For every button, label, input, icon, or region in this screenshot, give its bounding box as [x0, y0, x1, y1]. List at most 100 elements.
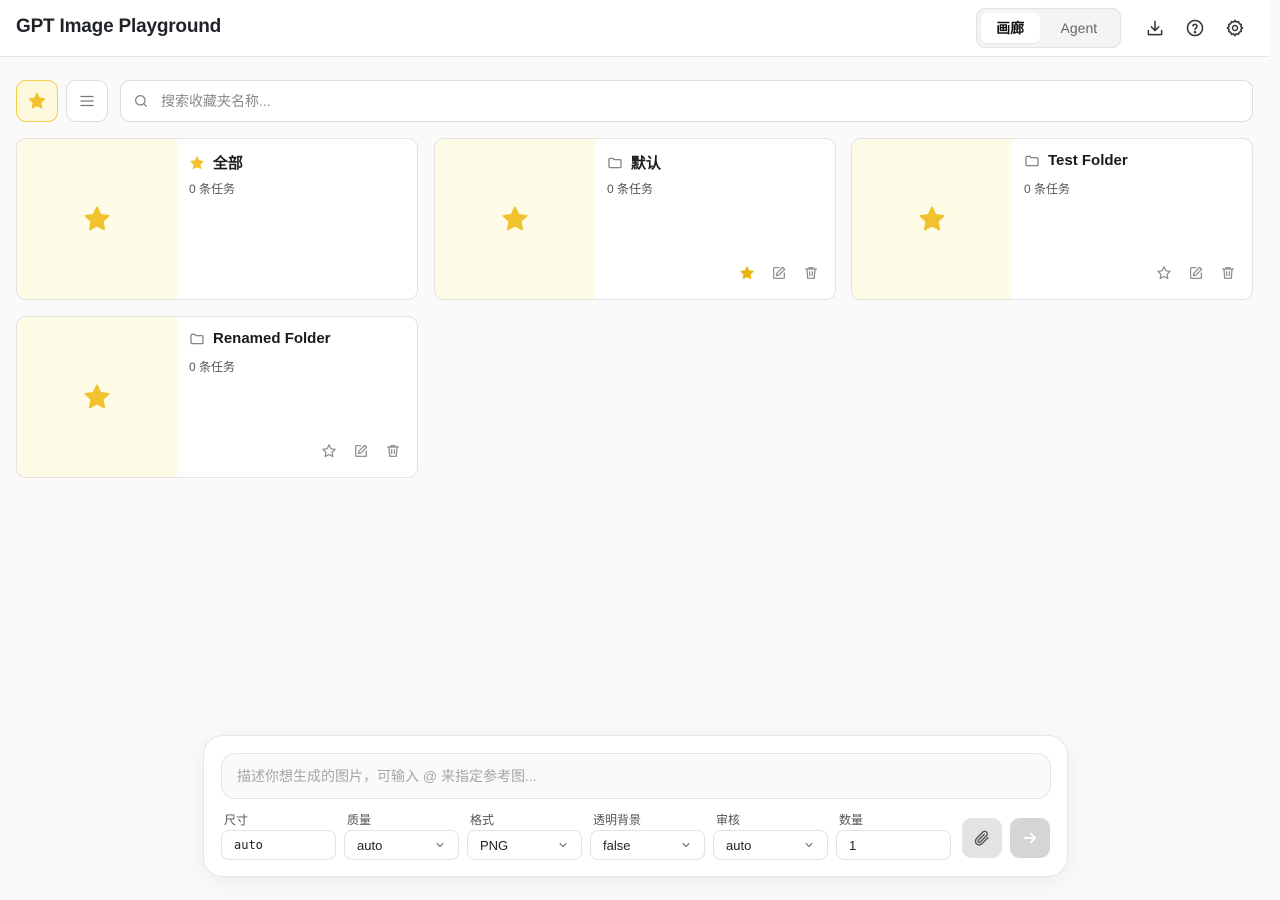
view-switch: 画廊 Agent	[976, 8, 1121, 48]
param-label: 数量	[839, 813, 864, 827]
param-value: auto	[726, 837, 752, 853]
help-icon	[1186, 19, 1204, 37]
search-icon	[135, 95, 147, 107]
arrow-right-icon	[1023, 832, 1037, 844]
settings-button[interactable]	[1221, 14, 1249, 42]
param-value: auto	[357, 837, 383, 853]
delete-button[interactable]	[803, 265, 819, 281]
param-quality: 质量 auto	[344, 812, 459, 860]
edit-icon	[1190, 266, 1203, 279]
param-transparent-bg: 透明背景 false	[590, 812, 705, 860]
size-input[interactable]: auto	[221, 830, 336, 860]
folder-task-count: 0 条任务	[189, 360, 236, 374]
folder-card-renamed-folder[interactable]: Renamed Folder 0 条任务	[16, 316, 418, 478]
delete-button[interactable]	[385, 443, 401, 459]
download-button[interactable]	[1141, 14, 1169, 42]
quality-select[interactable]: auto	[344, 830, 459, 860]
favorite-button[interactable]	[321, 443, 337, 459]
chevron-down-icon	[805, 842, 813, 848]
folder-icon	[1025, 155, 1039, 166]
chevron-down-icon	[436, 842, 444, 848]
param-value: false	[603, 837, 631, 853]
folder-name: Renamed Folder	[213, 330, 331, 347]
param-format: 格式 PNG	[467, 812, 582, 860]
param-label: 尺寸	[224, 813, 249, 827]
moderation-select[interactable]: auto	[713, 830, 828, 860]
favorite-button[interactable]	[739, 265, 755, 281]
star-outline-icon	[1157, 266, 1171, 280]
folder-header: 默认	[607, 152, 661, 173]
chevron-down-icon	[559, 842, 567, 848]
favorites-view-button[interactable]	[16, 80, 58, 122]
folder-name: 默认	[631, 155, 662, 172]
trash-icon	[1222, 267, 1234, 279]
folder-card-all[interactable]: 全部 0 条任务	[16, 138, 418, 300]
star-icon	[190, 155, 204, 169]
star-outline-icon	[322, 444, 336, 458]
menu-icon	[80, 95, 94, 107]
paperclip-icon	[974, 830, 989, 846]
trash-icon	[805, 267, 817, 279]
folder-task-count: 0 条任务	[607, 182, 654, 196]
prompt-input[interactable]	[222, 754, 1050, 798]
param-size: 尺寸 auto	[221, 812, 336, 860]
folder-actions	[739, 265, 819, 281]
star-icon	[84, 206, 110, 231]
prompt-box	[221, 753, 1051, 799]
param-value: 1	[849, 837, 857, 853]
tab-agent[interactable]: Agent	[1042, 13, 1116, 43]
param-value: PNG	[480, 837, 509, 853]
list-view-button[interactable]	[66, 80, 108, 122]
star-icon	[28, 92, 46, 109]
settings-icon	[1226, 19, 1244, 37]
delete-button[interactable]	[1220, 265, 1236, 281]
count-input[interactable]: 1	[836, 830, 951, 860]
edit-icon	[773, 266, 786, 279]
folder-header: Test Folder	[1024, 152, 1128, 169]
star-filled-icon	[740, 266, 754, 280]
folder-card-test-folder[interactable]: Test Folder 0 条任务	[851, 138, 1253, 300]
folder-actions	[1156, 265, 1236, 281]
app-title: GPT Image Playground	[16, 16, 222, 37]
search-input[interactable]	[161, 81, 1241, 121]
format-select[interactable]: PNG	[467, 830, 582, 860]
folder-thumbnail	[435, 139, 595, 299]
top-bar: GPT Image Playground 画廊 Agent	[0, 0, 1270, 57]
folder-task-count: 0 条任务	[189, 182, 236, 196]
send-button[interactable]	[1010, 818, 1050, 858]
folder-search	[120, 80, 1253, 122]
param-count: 数量 1	[836, 812, 951, 860]
param-label: 格式	[470, 813, 495, 827]
param-value: auto	[234, 838, 263, 852]
prompt-composer: 尺寸 auto 质量 auto 格式 PNG 透明背景 false 审核 aut…	[203, 735, 1068, 877]
folder-card-default[interactable]: 默认 0 条任务	[434, 138, 836, 300]
folder-thumbnail	[17, 139, 177, 299]
rename-button[interactable]	[353, 443, 369, 459]
param-moderation: 审核 auto	[713, 812, 828, 860]
folder-header: 全部	[189, 152, 243, 173]
folder-actions	[321, 443, 401, 459]
edit-icon	[355, 444, 368, 457]
rename-button[interactable]	[1188, 265, 1204, 281]
help-button[interactable]	[1181, 14, 1209, 42]
chevron-down-icon	[682, 842, 690, 848]
folder-icon	[190, 333, 204, 344]
star-icon	[919, 206, 945, 231]
favorite-button[interactable]	[1156, 265, 1172, 281]
star-icon	[502, 206, 528, 231]
tab-gallery[interactable]: 画廊	[981, 13, 1040, 43]
folder-name: Test Folder	[1048, 152, 1128, 169]
rename-button[interactable]	[771, 265, 787, 281]
folder-icon	[608, 157, 622, 168]
param-label: 透明背景	[593, 813, 642, 827]
folder-header: Renamed Folder	[189, 330, 331, 347]
folder-thumbnail	[17, 317, 177, 477]
attach-button[interactable]	[962, 818, 1002, 858]
transparent-bg-select[interactable]: false	[590, 830, 705, 860]
download-icon	[1147, 20, 1163, 36]
param-label: 审核	[716, 813, 741, 827]
param-label: 质量	[347, 813, 372, 827]
star-icon	[84, 384, 110, 409]
folder-thumbnail	[852, 139, 1012, 299]
folder-name: 全部	[213, 155, 244, 172]
